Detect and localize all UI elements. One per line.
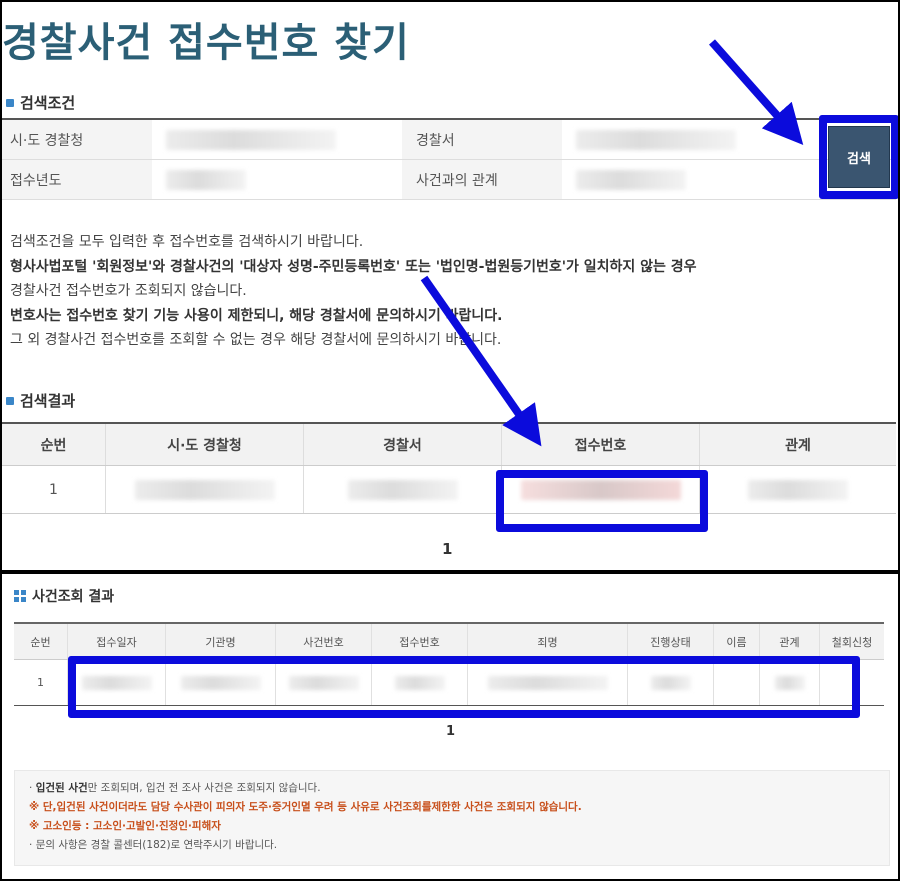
col-header: 사건번호 — [276, 624, 372, 659]
condition-row: 시·도 경찰청 경찰서 — [2, 120, 896, 160]
col-header: 죄명 — [468, 624, 628, 659]
pagination[interactable]: 1 — [446, 724, 455, 739]
search-button[interactable]: 검색 — [828, 126, 890, 188]
search-conditions-table: 시·도 경찰청 경찰서 접수년도 사건과의 관계 — [2, 118, 896, 200]
col-header: 기관명 — [166, 624, 276, 659]
results-table: 순번 시·도 경찰청 경찰서 접수번호 관계 1 — [2, 422, 896, 514]
year-label: 접수년도 — [2, 160, 152, 199]
row-number: 1 — [14, 660, 68, 705]
col-header: 경찰서 — [304, 424, 502, 465]
conditions-heading: 검색조건 — [6, 92, 75, 113]
results-header-row: 순번 시·도 경찰청 경찰서 접수번호 관계 — [2, 424, 896, 466]
note-line: 그 외 경찰사건 접수번호를 조회할 수 없는 경우 해당 경찰서에 문의하시기… — [10, 332, 502, 348]
col-header: 진행상태 — [628, 624, 714, 659]
note-line: 검색조건을 모두 입력한 후 접수번호를 검색하시기 바랍니다. — [10, 234, 364, 250]
table-row[interactable]: 1 — [2, 466, 896, 514]
note-line: 변호사는 접수번호 찾기 기능 사용이 제한되니, 해당 경찰서에 문의하시기 … — [10, 307, 503, 324]
col-header: 순번 — [14, 624, 68, 659]
grid-icon — [14, 590, 26, 602]
case-result-panel: 사건조회 결과 순번 접수일자 기관명 사건번호 접수번호 죄명 진행상태 이름… — [2, 574, 898, 879]
receipt-number-highlight — [496, 470, 708, 532]
relation-cell — [700, 466, 896, 513]
note-line: · 문의 사항은 경찰 콜센터(182)로 연락주시기 바랍니다. — [29, 839, 278, 851]
search-panel: 경찰사건 접수번호 찾기 검색조건 시·도 경찰청 경찰서 접수년도 사건과의 … — [2, 2, 898, 570]
relation-select[interactable] — [562, 160, 812, 199]
note-line: 경찰사건 접수번호가 조회되지 않습니다. — [10, 283, 247, 299]
note-line: · 입건된 사건만 조회되며, 입건 전 조사 사건은 조회되지 않습니다. — [29, 782, 321, 794]
note-text: 문의 사항은 경찰 콜센터(182)로 연락주시기 바랍니다. — [35, 839, 278, 851]
note-text: 만 조회되며, 입건 전 조사 사건은 조회되지 않습니다. — [87, 782, 321, 794]
col-header: 철회신청 — [831, 635, 873, 649]
col-header: 접수일자 — [68, 624, 166, 659]
agency-cell — [106, 466, 304, 513]
col-header: 접수번호 — [372, 624, 468, 659]
section-bullet-icon — [6, 396, 14, 405]
pagination[interactable]: 1 — [442, 540, 452, 558]
station-select[interactable] — [562, 120, 812, 159]
relation-label: 사건과의 관계 — [402, 160, 562, 199]
note-bold: 입건된 사건 — [35, 782, 88, 794]
results-heading-label: 검색결과 — [20, 392, 76, 410]
col-header: 이름 — [714, 624, 760, 659]
case-result-heading-label: 사건조회 결과 — [32, 589, 115, 605]
agency-select[interactable] — [152, 120, 402, 159]
col-header: 접수번호 — [502, 424, 700, 465]
agency-label: 시·도 경찰청 — [2, 120, 152, 159]
col-header: 순번 — [2, 424, 106, 465]
search-notes: 검색조건을 모두 입력한 후 접수번호를 검색하시기 바랍니다. 형사사법포털 … — [10, 230, 697, 353]
year-select[interactable] — [152, 160, 402, 199]
conditions-heading-label: 검색조건 — [20, 94, 76, 112]
results-heading: 검색결과 — [6, 390, 75, 411]
note-line: 형사사법포털 '회원정보'와 경찰사건의 '대상자 성명-주민등록번호' 또는 … — [10, 258, 697, 275]
page-title: 경찰사건 접수번호 찾기 — [2, 20, 410, 66]
col-header: 관계 — [760, 624, 820, 659]
note-line: ※ 고소인등 : 고소인·고발인·진정인·피해자 — [29, 820, 221, 832]
col-header: 시·도 경찰청 — [106, 424, 304, 465]
case-row-highlight — [68, 656, 860, 718]
station-label: 경찰서 — [402, 120, 562, 159]
section-bullet-icon — [6, 98, 14, 107]
condition-row: 접수년도 사건과의 관계 — [2, 160, 896, 200]
case-notes: · 입건된 사건만 조회되며, 입건 전 조사 사건은 조회되지 않습니다. ※… — [14, 770, 890, 866]
note-line: ※ 단,입건된 사건이더라도 담당 수사관이 피의자 도주·증거인멸 우려 등 … — [29, 801, 582, 813]
case-header-row: 순번 접수일자 기관명 사건번호 접수번호 죄명 진행상태 이름 관계 철회신청 — [14, 624, 884, 660]
case-result-heading: 사건조회 결과 — [14, 586, 114, 606]
row-number: 1 — [2, 466, 106, 513]
col-header: 관계 — [785, 437, 811, 454]
station-cell — [304, 466, 502, 513]
